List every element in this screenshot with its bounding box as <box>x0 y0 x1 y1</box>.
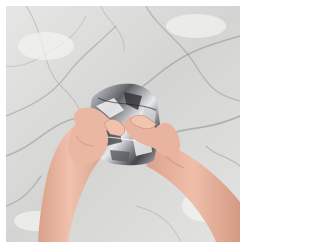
photo <box>6 6 240 242</box>
image-frame <box>0 0 246 248</box>
photo-canvas <box>6 6 240 242</box>
